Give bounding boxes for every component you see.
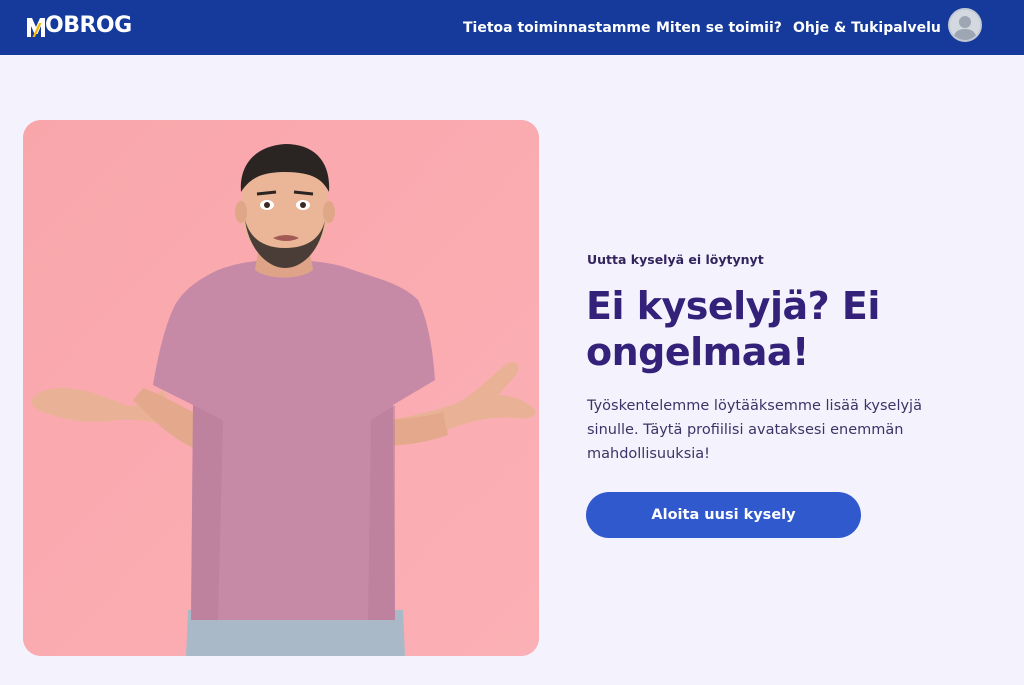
- nav-link-about[interactable]: Tietoa toiminnastamme: [463, 20, 651, 36]
- no-survey-found-label: Uutta kyselyä ei löytynyt: [587, 252, 764, 267]
- headline-line-2: ongelmaa!: [586, 330, 809, 374]
- page-title: Ei kyselyjä? Ei ongelmaa!: [586, 283, 946, 375]
- user-avatar-icon[interactable]: [948, 8, 982, 42]
- main-nav: Tietoa toiminnastamme Miten se toimii? O…: [0, 0, 1024, 55]
- start-new-survey-button[interactable]: Aloita uusi kysely: [586, 492, 861, 538]
- headline-line-1: Ei kyselyjä? Ei: [586, 284, 880, 328]
- description-line-3: mahdollisuuksia!: [587, 446, 710, 462]
- nav-link-help-support[interactable]: Ohje & Tukipalvelu: [793, 20, 941, 36]
- top-navigation-bar: OBROG Tietoa toiminnastamme Miten se toi…: [0, 0, 1024, 55]
- description-line-1: Työskentelemme löytääksemme lisää kysely…: [587, 398, 922, 414]
- description-line-2: sinulle. Täytä profiilisi avataksesi ene…: [587, 422, 904, 438]
- nav-link-how-it-works[interactable]: Miten se toimii?: [656, 20, 782, 36]
- description-text: Työskentelemme löytääksemme lisää kysely…: [587, 394, 957, 466]
- hero-photo-shrugging-man: [23, 120, 539, 656]
